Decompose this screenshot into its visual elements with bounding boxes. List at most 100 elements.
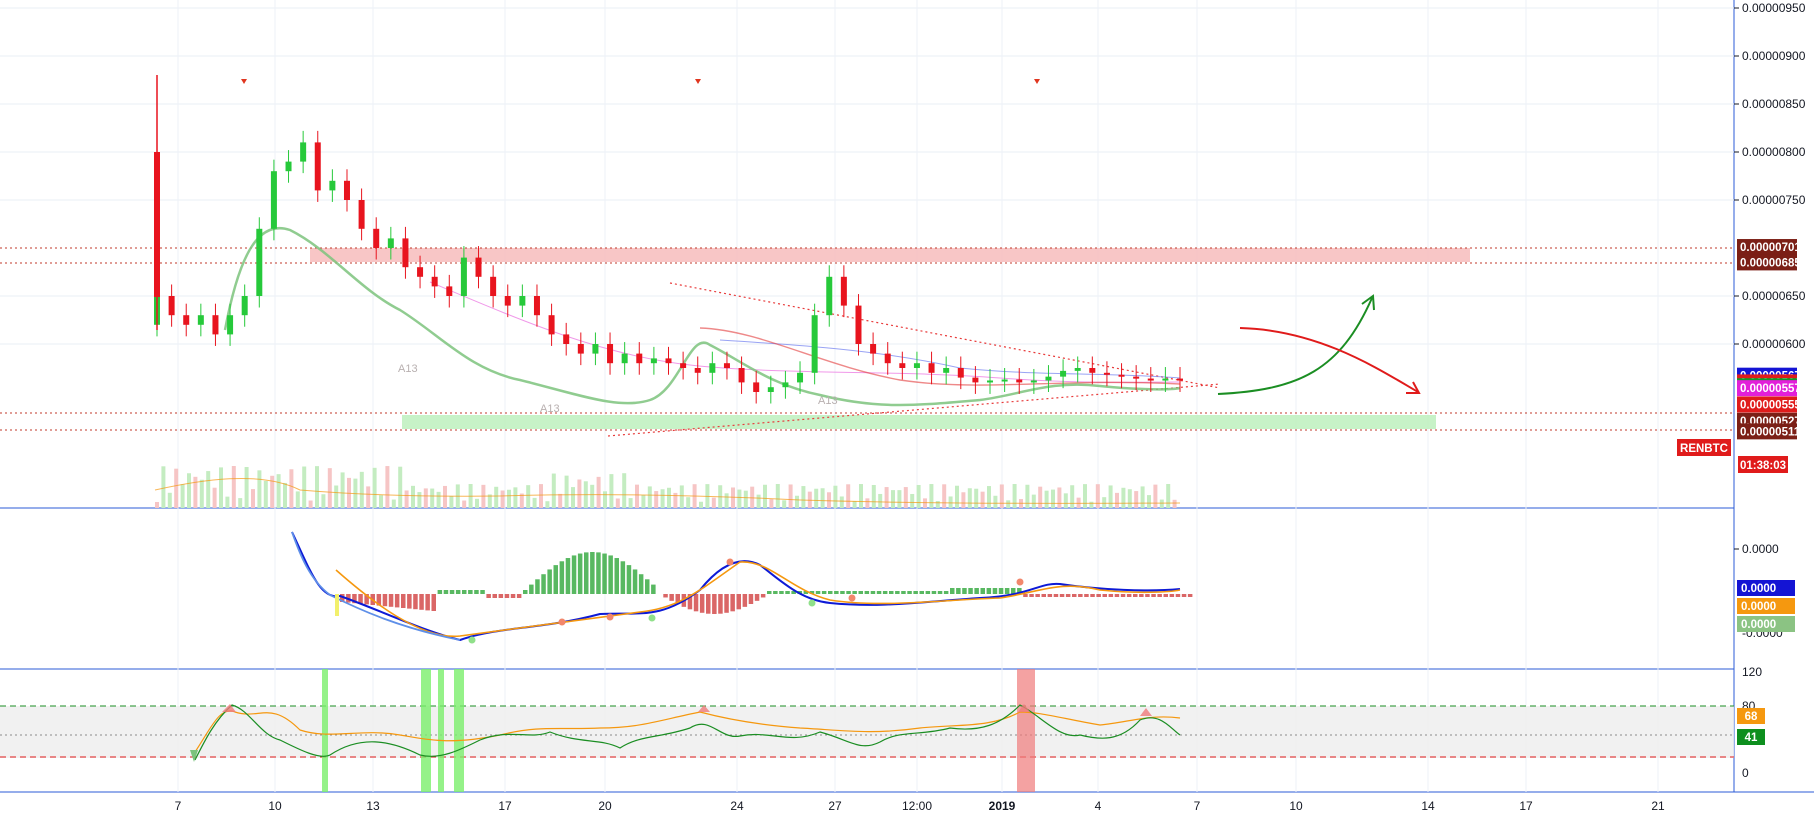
rsi-oversold-bar-3 — [438, 669, 444, 792]
volume-bar — [404, 490, 409, 508]
macd-hist-bar — [834, 591, 839, 594]
volume-bar — [839, 496, 844, 508]
volume-bar — [679, 485, 684, 508]
volume-bar — [372, 467, 377, 508]
candle-body — [504, 296, 511, 306]
macd-hist-bar — [821, 591, 827, 594]
macd-hist-bar — [1029, 594, 1034, 597]
time-tick-label-12: 14 — [1421, 799, 1435, 813]
volume-bar — [929, 484, 934, 508]
macd-hist-bar — [1181, 594, 1187, 597]
candle-body — [1147, 378, 1154, 381]
macd-hist-bar — [1139, 594, 1144, 597]
candle-body — [460, 257, 467, 296]
volume-bar — [827, 492, 831, 508]
price-axis[interactable]: 0.00000950 0.00000900 0.00000850 0.00000800… — [1734, 1, 1806, 440]
volume-bar — [603, 491, 607, 508]
candle-body — [533, 296, 540, 316]
macd-hist-bar — [1187, 594, 1193, 597]
candle-body — [1045, 376, 1052, 381]
macd-hist-bar — [858, 591, 863, 594]
volume-bar — [884, 487, 889, 508]
macd-hist-bar — [980, 588, 985, 594]
candle-body — [387, 238, 394, 248]
candle-body — [197, 315, 204, 325]
volume-bar — [1031, 494, 1036, 508]
volume-bar — [251, 489, 255, 508]
macd-hist-bar — [1065, 594, 1071, 597]
macd-hist-bar — [943, 591, 949, 594]
candle-spike-body — [154, 152, 160, 297]
macd-hist-bar — [620, 561, 626, 594]
macd-hist-bar — [1078, 594, 1083, 597]
volume-bar — [564, 475, 569, 508]
volume-bar — [961, 492, 966, 508]
candle-body — [884, 353, 891, 364]
ma-magenta — [429, 281, 1181, 383]
time-axis[interactable]: 7 10 13 17 20 24 27 12:00 2019 4 7 10 14 17 21 — [175, 799, 1665, 813]
volume-bar — [859, 484, 863, 508]
macd-hist-bar — [846, 591, 851, 594]
macd-hist-bar — [693, 594, 699, 612]
volume-bar — [334, 485, 339, 508]
candle-body — [256, 228, 263, 296]
volume-bar — [923, 498, 927, 508]
volume-bar — [462, 500, 467, 508]
macd-cross-4 — [648, 614, 656, 622]
macd-hist-bar — [468, 590, 473, 594]
macd-hist-bar — [968, 588, 973, 594]
macd-hist-bar — [779, 591, 784, 594]
candle-body — [402, 238, 409, 268]
volume-bar — [327, 468, 332, 508]
volume-bar — [551, 473, 556, 508]
volume-bar — [1044, 490, 1049, 508]
macd-hist-bar — [760, 594, 766, 598]
volume-bar — [1108, 485, 1113, 508]
candle-body — [987, 380, 994, 383]
candle-body — [358, 200, 365, 229]
price-badge-label-8: 0.00000511 — [1740, 426, 1801, 438]
volume-bar — [846, 484, 851, 508]
candle-body — [870, 344, 877, 354]
annotation-a13-1: A13 — [398, 363, 418, 375]
rsi-tick-0: 0 — [1742, 766, 1749, 780]
macd-hist-bar — [931, 591, 937, 594]
volume-bar — [628, 498, 633, 508]
volume-bar — [167, 492, 172, 508]
chart-canvas[interactable]: A13 A13 A13 0.00000950 0.00000900 0.000008… — [0, 0, 1814, 818]
volume-bar — [635, 484, 639, 508]
macd-hist-bar — [870, 591, 876, 594]
volume-bar — [916, 484, 921, 508]
volume-bar — [199, 479, 204, 508]
time-tick-label-9: 4 — [1095, 799, 1102, 813]
rsi-overbought-bar — [1017, 669, 1035, 792]
ma-red — [699, 327, 1181, 386]
macd-hist-bar — [419, 594, 424, 610]
volume-bar — [1070, 485, 1075, 508]
macd-hist-bar — [1053, 594, 1059, 597]
macd-hist-bar — [474, 590, 479, 594]
candle-body — [607, 344, 614, 364]
volume-bar — [283, 482, 287, 508]
macd-hist-bar — [1023, 594, 1028, 597]
macd-hist-bar — [437, 590, 443, 594]
time-tick-label-7: 12:00 — [902, 799, 932, 813]
volume-bar — [577, 479, 582, 508]
volume-bar — [295, 491, 300, 508]
candle-body — [957, 368, 964, 378]
macd-hist-bar — [712, 594, 717, 614]
macd-hist-bar — [1120, 594, 1126, 597]
volume-bar — [430, 488, 435, 508]
macd-hist-bar — [535, 579, 540, 594]
candle-body — [753, 382, 760, 392]
volume-bar — [820, 488, 825, 508]
candle-body — [329, 180, 336, 191]
macd-hist-bar — [718, 594, 723, 614]
macd-hist-bar — [462, 590, 467, 594]
macd-hist-bar — [486, 594, 491, 598]
macd-line-light — [291, 531, 461, 641]
bullish-arrow[interactable] — [1217, 297, 1373, 395]
macd-hist-bar — [584, 552, 589, 594]
candle-body — [212, 315, 219, 335]
volume-bar — [302, 466, 307, 508]
